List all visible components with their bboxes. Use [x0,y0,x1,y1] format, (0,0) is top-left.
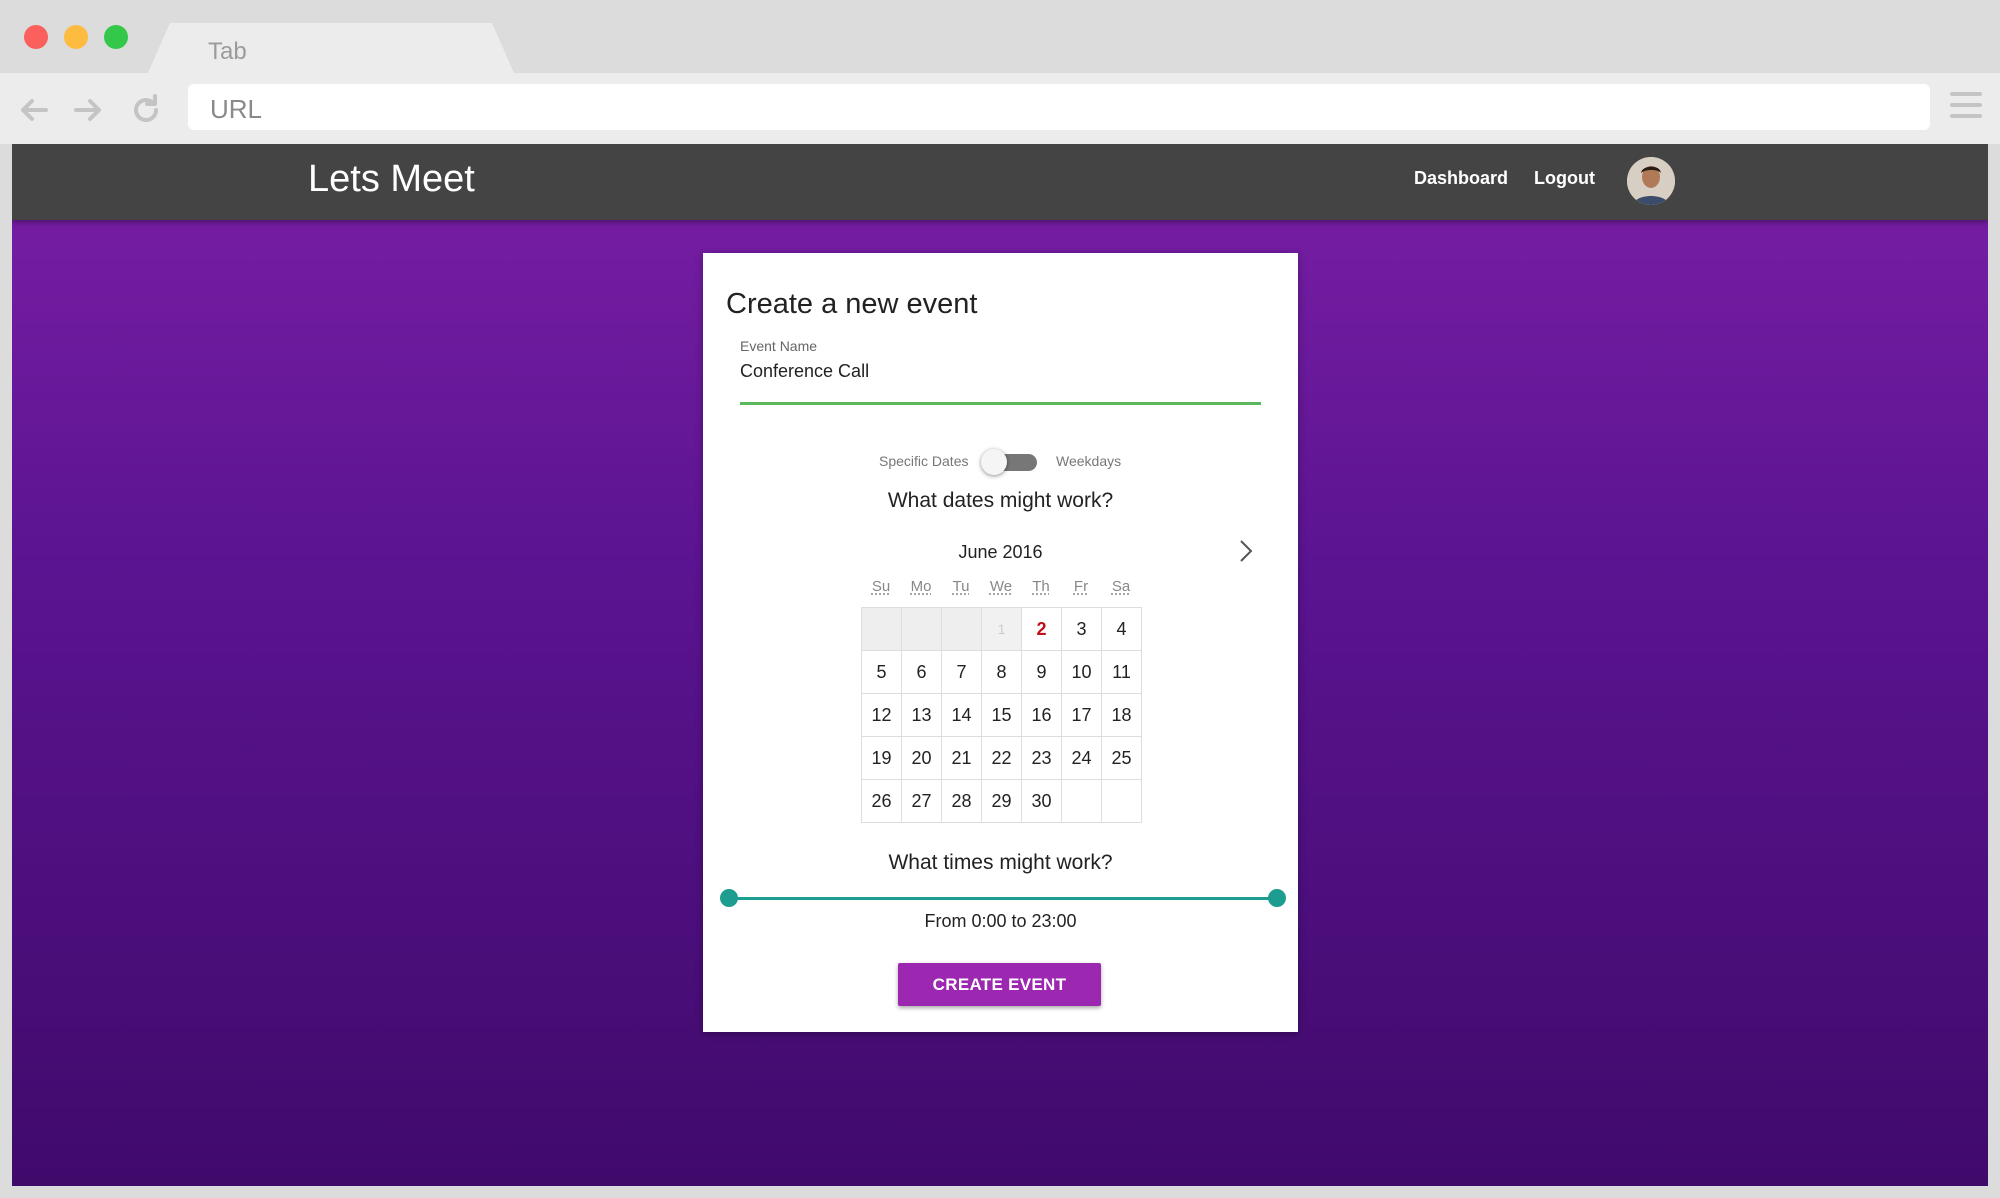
weekday-label: Su [871,578,891,595]
weekday-label: Tu [952,578,970,595]
browser-tab[interactable] [148,23,514,73]
weekday-label: Sa [1111,578,1131,595]
nav-dashboard-link[interactable]: Dashboard [1414,168,1508,189]
maximize-window-button[interactable] [104,25,128,49]
calendar-day[interactable]: 15 [982,694,1022,737]
weekdays-label: Weekdays [1056,453,1122,469]
dates-question: What dates might work? [887,489,1114,512]
calendar-day[interactable]: 20 [902,737,942,780]
weekday-label: Fr [1073,578,1089,595]
calendar-day[interactable]: 18 [1102,694,1142,737]
event-name-underline [740,402,1261,405]
calendar-day[interactable]: 13 [902,694,942,737]
nav-logout-link[interactable]: Logout [1534,168,1595,189]
hamburger-menu-icon[interactable] [1950,92,1982,120]
calendar-day[interactable]: 6 [902,651,942,694]
date-mode-toggle-row: Specific Dates Weekdays [703,449,1298,475]
weekday-label: Th [1032,578,1050,595]
calendar-day-empty [1102,780,1142,823]
weekday-label: Mo [910,578,932,595]
calendar-day[interactable]: 25 [1102,737,1142,780]
forward-arrow-icon[interactable] [70,92,106,128]
reload-icon[interactable] [128,92,164,128]
calendar-weekday-header: Su Mo Tu We Th Fr Sa [861,578,1141,600]
event-name-input[interactable] [740,361,1260,382]
url-bar[interactable] [188,84,1930,130]
browser-tab-title: Tab [208,38,247,65]
time-range-start-handle[interactable] [720,889,738,907]
calendar-day[interactable]: 22 [982,737,1022,780]
time-range-slider[interactable] [729,897,1277,900]
calendar-grid: 1 2 3 4 5 6 7 8 9 10 11 12 13 14 15 16 1… [861,607,1142,823]
specific-dates-label: Specific Dates [879,453,969,469]
calendar-day[interactable]: 27 [902,780,942,823]
create-event-card: Create a new event Event Name Specific D… [703,253,1298,1032]
calendar-day[interactable]: 11 [1102,651,1142,694]
calendar-day[interactable]: 14 [942,694,982,737]
calendar-day[interactable]: 21 [942,737,982,780]
calendar-day[interactable]: 3 [1062,608,1102,651]
event-name-label: Event Name [740,338,818,354]
minimize-window-button[interactable] [64,25,88,49]
toggle-knob[interactable] [981,449,1007,475]
close-window-button[interactable] [24,25,48,49]
calendar-day[interactable]: 4 [1102,608,1142,651]
calendar-day-empty [1062,780,1102,823]
avatar[interactable] [1627,157,1675,205]
brand-logo[interactable]: Lets Meet [308,158,475,201]
calendar-day-today[interactable]: 2 [1022,608,1062,651]
calendar-day[interactable]: 5 [862,651,902,694]
calendar-day[interactable]: 17 [1062,694,1102,737]
calendar-day-empty [902,608,942,651]
calendar-day-empty [862,608,902,651]
back-arrow-icon[interactable] [16,92,52,128]
calendar-day[interactable]: 24 [1062,737,1102,780]
calendar-day[interactable]: 23 [1022,737,1062,780]
calendar-day[interactable]: 30 [1022,780,1062,823]
calendar-day[interactable]: 19 [862,737,902,780]
calendar-day[interactable]: 12 [862,694,902,737]
times-question: What times might work? [888,851,1113,874]
calendar-day[interactable]: 28 [942,780,982,823]
app-header: Lets Meet Dashboard Logout [12,144,1988,220]
page-viewport: Lets Meet Dashboard Logout Create a new … [12,144,1988,1186]
calendar-day[interactable]: 10 [1062,651,1102,694]
calendar-day-disabled: 1 [982,608,1022,651]
user-avatar-icon [1627,157,1675,205]
calendar-day[interactable]: 29 [982,780,1022,823]
calendar-day[interactable]: 16 [1022,694,1062,737]
page-title: Create a new event [726,288,978,320]
url-text: URL [210,94,263,124]
create-event-button[interactable]: CREATE EVENT [898,963,1101,1006]
browser-chrome: Tab URL [0,0,2000,144]
calendar-day[interactable]: 26 [862,780,902,823]
time-range-text: From 0:00 to 23:00 [924,911,1077,931]
time-range-end-handle[interactable] [1268,889,1286,907]
calendar-day[interactable]: 9 [1022,651,1062,694]
calendar-day[interactable]: 8 [982,651,1022,694]
calendar-month: June 2016 [958,542,1043,562]
chevron-right-icon[interactable] [1231,536,1261,566]
weekday-label: We [989,578,1013,595]
calendar-day[interactable]: 7 [942,651,982,694]
calendar-day-empty [942,608,982,651]
